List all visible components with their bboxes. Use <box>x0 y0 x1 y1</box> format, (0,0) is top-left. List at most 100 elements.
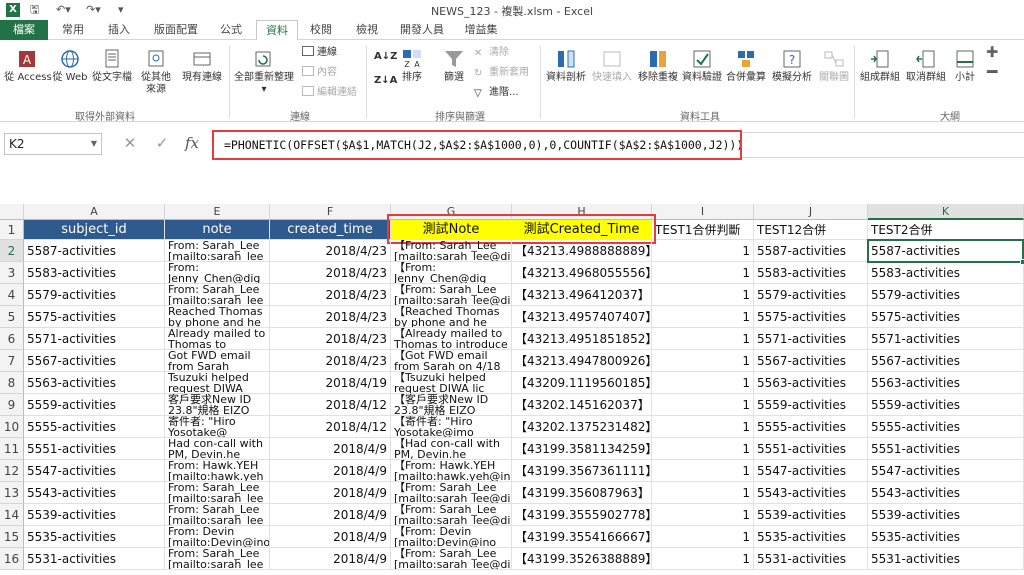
cell-i[interactable]: 1 <box>652 394 754 416</box>
cell-h[interactable]: 【43199.356087963】 <box>512 482 652 504</box>
cell-f[interactable]: 2018/4/9 <box>270 504 391 526</box>
cell-g[interactable]: 【From: Devin [mailto:Devin@ino <box>391 526 512 548</box>
from-text-button[interactable]: 從文字檔 <box>90 48 134 84</box>
select-all-corner[interactable] <box>0 204 24 220</box>
cell-e[interactable]: From: Sarah_Lee [mailto:sarah_lee <box>165 504 270 526</box>
cell-j[interactable]: 5563-activities <box>754 372 868 394</box>
cell-h[interactable]: 【43202.145162037】 <box>512 394 652 416</box>
cell-a[interactable]: 5551-activities <box>24 438 165 460</box>
cell-i[interactable]: 1 <box>652 482 754 504</box>
cell-k[interactable]: 5531-activities <box>868 548 1024 570</box>
clear-filter-button[interactable]: ✕ 清除 <box>474 46 509 60</box>
cell-k[interactable]: 5583-activities <box>868 262 1024 284</box>
cell-h[interactable]: 【43199.3567361111】 <box>512 460 652 482</box>
cell-f[interactable]: 2018/4/23 <box>270 262 391 284</box>
cell-i[interactable]: 1 <box>652 504 754 526</box>
cell-i[interactable]: 1 <box>652 328 754 350</box>
cell-k[interactable]: 5563-activities <box>868 372 1024 394</box>
cell-e[interactable]: From: Devin [mailto:Devin@ino <box>165 526 270 548</box>
row-header[interactable]: 11 <box>0 438 24 460</box>
cell-e[interactable]: Had con-call with PM, Devin.he <box>165 438 270 460</box>
cell-h[interactable]: 【43199.3554166667】 <box>512 526 652 548</box>
cell-f[interactable]: 2018/4/19 <box>270 372 391 394</box>
show-detail-icon[interactable]: ➕ <box>986 46 998 60</box>
cell-i[interactable]: 1 <box>652 416 754 438</box>
cell-h[interactable]: 【43199.3526388889】 <box>512 548 652 570</box>
cell-g[interactable]: 【寄件者: "Hiro Yosotake@imo <box>391 416 512 438</box>
cell-j[interactable]: 5543-activities <box>754 482 868 504</box>
row-header[interactable]: 4 <box>0 284 24 306</box>
sort-az-button[interactable]: A↓Z <box>374 50 397 64</box>
cell-i[interactable]: 1 <box>652 460 754 482</box>
ungroup-button[interactable]: 取消群組 <box>904 48 948 84</box>
refresh-all-button[interactable]: 全部重新整理 ▾ <box>232 48 296 96</box>
connections-button[interactable]: 連線 <box>302 46 337 60</box>
flash-fill-button[interactable]: 快速填入 <box>590 48 634 84</box>
cell-g[interactable]: 【From: Sarah_Lee [mailto:sarah_lee@di <box>391 240 512 262</box>
cell-a[interactable]: 5531-activities <box>24 548 165 570</box>
cell-e[interactable]: Tsuzuki helped request DIWA <box>165 372 270 394</box>
cell-a[interactable]: 5547-activities <box>24 460 165 482</box>
data-validation-button[interactable]: 資料驗證 <box>680 48 724 84</box>
hide-detail-icon[interactable]: ➖ <box>986 66 998 80</box>
cell-j[interactable]: 5575-activities <box>754 306 868 328</box>
cell-h[interactable]: 【43213.496412037】 <box>512 284 652 306</box>
cell-i[interactable]: 1 <box>652 262 754 284</box>
row-header[interactable]: 2 <box>0 240 24 262</box>
cell-k[interactable]: 5535-activities <box>868 526 1024 548</box>
existing-connections-button[interactable]: 現有連線 <box>178 48 226 84</box>
cell-j[interactable]: 5587-activities <box>754 240 868 262</box>
text-to-columns-button[interactable]: 資料剖析 <box>544 48 588 84</box>
cell-a[interactable]: 5535-activities <box>24 526 165 548</box>
cell-e[interactable]: From: Sarah_Lee [mailto:sarah_lee <box>165 482 270 504</box>
cell-h[interactable]: 【43213.4947800926】 <box>512 350 652 372</box>
cell-f[interactable]: 2018/4/23 <box>270 350 391 372</box>
tab-data[interactable]: 資料 <box>256 20 298 41</box>
from-other-sources-button[interactable]: 從其他 來源 <box>136 48 176 96</box>
formula-input[interactable]: =PHONETIC(OFFSET($A$1,MATCH(J2,$A$2:$A$1… <box>212 130 742 160</box>
cell-g[interactable]: 【From: Sarah_Lee [mailto:sarah_lee@di <box>391 504 512 526</box>
cell-g[interactable]: 【Had con-call with PM, Devin.he <box>391 438 512 460</box>
cell-h[interactable]: 【43199.3555902778】 <box>512 504 652 526</box>
cell-g[interactable]: 【客戶要求New ID 23.8"規格 EIZO <box>391 394 512 416</box>
header-cell-created-time[interactable]: created_time <box>270 220 391 240</box>
column-header-j[interactable]: J <box>754 204 868 220</box>
cell-j[interactable]: 5551-activities <box>754 438 868 460</box>
header-cell-test12[interactable]: TEST12合併 <box>754 220 868 240</box>
cell-j[interactable]: 5571-activities <box>754 328 868 350</box>
cell-k[interactable]: 5551-activities <box>868 438 1024 460</box>
cell-f[interactable]: 2018/4/23 <box>270 240 391 262</box>
row-header[interactable]: 13 <box>0 482 24 504</box>
cell-a[interactable]: 5543-activities <box>24 482 165 504</box>
cell-k[interactable]: 5571-activities <box>868 328 1024 350</box>
confirm-formula-icon[interactable]: ✓ <box>152 134 172 152</box>
cell-f[interactable]: 2018/4/9 <box>270 548 391 570</box>
tab-review[interactable]: 校閱 <box>304 20 338 40</box>
row-header[interactable]: 15 <box>0 526 24 548</box>
cell-j[interactable]: 5531-activities <box>754 548 868 570</box>
cell-j[interactable]: 5547-activities <box>754 460 868 482</box>
cell-e[interactable]: Got FWD email from Sarah <box>165 350 270 372</box>
cell-j[interactable]: 5539-activities <box>754 504 868 526</box>
cell-f[interactable]: 2018/4/9 <box>270 460 391 482</box>
tab-developer[interactable]: 開發人員 <box>396 20 448 40</box>
cell-j[interactable]: 5555-activities <box>754 416 868 438</box>
cell-j[interactable]: 5567-activities <box>754 350 868 372</box>
cell-f[interactable]: 2018/4/12 <box>270 394 391 416</box>
cell-k[interactable]: 5543-activities <box>868 482 1024 504</box>
edit-links-button[interactable]: 編輯連結 <box>302 86 357 100</box>
cell-h[interactable]: 【43199.3581134259】 <box>512 438 652 460</box>
row-header[interactable]: 7 <box>0 350 24 372</box>
cell-i[interactable]: 1 <box>652 240 754 262</box>
cell-i[interactable]: 1 <box>652 548 754 570</box>
cell-e[interactable]: Reached Thomas by phone and he <box>165 306 270 328</box>
subtotal-button[interactable]: 小計 <box>950 48 980 84</box>
cell-e[interactable]: From: Sarah_Lee [mailto:sarah_lee <box>165 548 270 570</box>
cell-h[interactable]: 【43213.4988888889】 <box>512 240 652 262</box>
cell-k[interactable]: 5575-activities <box>868 306 1024 328</box>
filter-button[interactable]: 篩選 <box>440 48 468 84</box>
cell-a[interactable]: 5563-activities <box>24 372 165 394</box>
cell-g[interactable]: 【From: Jenny_Chen@dig <box>391 262 512 284</box>
cell-k[interactable]: 5567-activities <box>868 350 1024 372</box>
column-header-i[interactable]: I <box>652 204 754 220</box>
